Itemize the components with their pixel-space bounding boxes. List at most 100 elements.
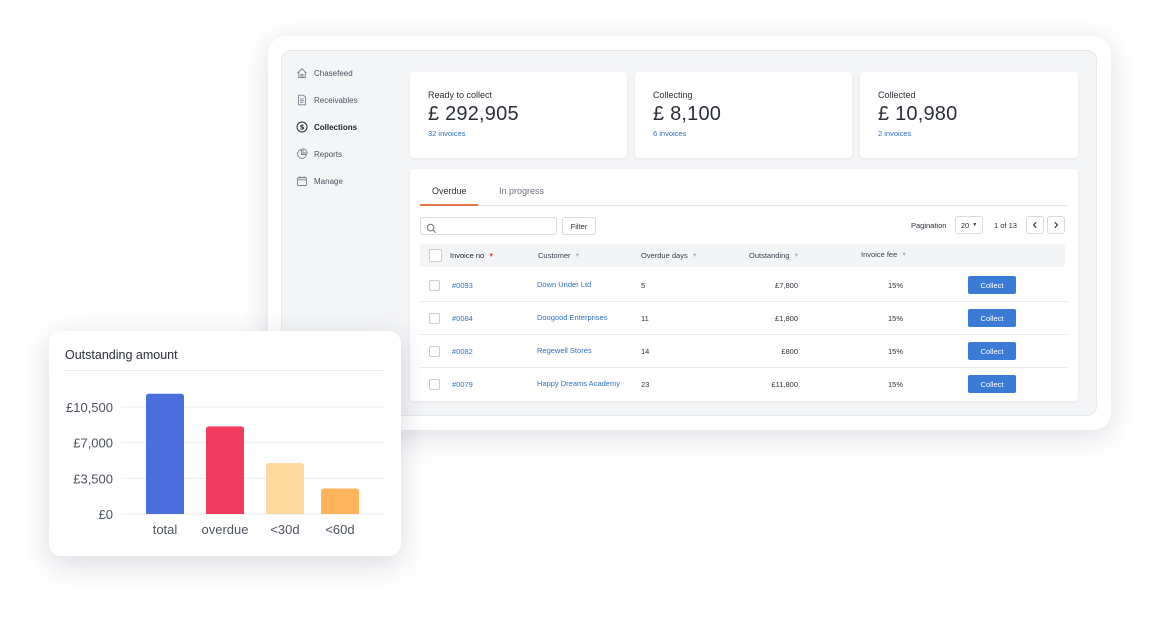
stat-amount: £ 10,980 <box>878 103 958 125</box>
tab-in-progress[interactable]: In progress <box>499 186 544 196</box>
sort-desc-icon: ▼ <box>488 252 495 259</box>
table-row: #0093 Down Under Ltd 5 £7,800 15% Collec… <box>420 269 1068 302</box>
y-tick-label: £3,500 <box>73 471 113 486</box>
column-header-invoice-no[interactable]: Invoice no ▼ <box>450 251 494 260</box>
sidebar-item-receivables[interactable]: Receivables <box>296 91 358 109</box>
row-checkbox[interactable] <box>429 346 440 357</box>
x-tick-label: overdue <box>202 522 249 537</box>
outstanding-amount-chart-card: Outstanding amount £0 £3,500 £7,000 £10,500… <box>49 331 401 556</box>
column-header-label: Outstanding <box>749 251 790 260</box>
table-header: Invoice no ▼ Customer ▼ Overdue days ▼ O… <box>420 244 1065 267</box>
stat-label: Collected <box>878 90 916 100</box>
outstanding-amount: £7,800 <box>775 281 798 290</box>
x-tick-label: total <box>153 522 178 537</box>
bar-60d <box>321 488 359 514</box>
sidebar-item-label: Manage <box>314 176 343 186</box>
outstanding-amount: £800 <box>781 347 798 356</box>
y-tick-label: £0 <box>99 507 113 522</box>
table-row: #0082 Regewell Stores 14 £800 15% Collec… <box>420 335 1068 368</box>
collect-button[interactable]: Collect <box>968 342 1016 360</box>
overdue-days: 14 <box>641 347 650 356</box>
outstanding-amount: £1,800 <box>775 314 798 323</box>
x-tick-label: <60d <box>325 522 354 537</box>
invoices-panel: Overdue In progress Filter Pagination 20… <box>410 169 1078 401</box>
column-header-outstanding[interactable]: Outstanding ▼ <box>749 251 799 260</box>
invoice-number-link[interactable]: #0084 <box>452 314 473 323</box>
stat-amount: £ 8,100 <box>653 103 722 125</box>
stat-invoice-count-link[interactable]: 2 invoices <box>878 129 1060 138</box>
customer-link[interactable]: Regewell Stores <box>537 346 592 355</box>
sidebar-item-manage[interactable]: Manage <box>296 172 343 190</box>
collect-button[interactable]: Collect <box>968 276 1016 294</box>
column-header-invoice-fee[interactable]: Invoice fee ▼ <box>861 250 907 259</box>
bar-overdue <box>206 426 244 514</box>
bar-total <box>146 393 184 514</box>
chevron-right-icon <box>1054 221 1059 229</box>
sort-icon: ▼ <box>691 252 698 259</box>
page-info: 1 of 13 <box>994 221 1017 230</box>
bar-chart: £0 £3,500 £7,000 £10,500 total overdue <30d <60… <box>66 393 385 537</box>
row-checkbox[interactable] <box>429 280 440 291</box>
pie-chart-icon <box>296 148 308 160</box>
select-all-checkbox[interactable] <box>429 249 442 262</box>
pagination-label: Pagination <box>911 221 947 230</box>
column-header-label: Customer <box>538 251 571 260</box>
stat-amount: £ 292,905 <box>428 103 519 125</box>
collect-button[interactable]: Collect <box>968 375 1016 393</box>
y-tick-label: £7,000 <box>73 436 113 451</box>
stat-card-collecting: Collecting £ 8,100 6 invoices <box>635 72 852 158</box>
invoice-number-link[interactable]: #0079 <box>452 380 473 389</box>
sidebar-item-label: Receivables <box>314 95 358 105</box>
stat-invoice-count-link[interactable]: 32 invoices <box>428 129 609 138</box>
active-tab-indicator <box>420 204 478 206</box>
invoice-number-link[interactable]: #0082 <box>452 347 473 356</box>
stat-invoice-count-link[interactable]: 6 invoices <box>653 129 834 138</box>
filter-button[interactable]: Filter <box>562 217 596 235</box>
customer-link[interactable]: Down Under Ltd <box>537 280 591 289</box>
invoice-number-link[interactable]: #0093 <box>452 281 473 290</box>
app-screen: Chasefeed Receivables $ Collections Repo… <box>281 50 1097 416</box>
overdue-days: 11 <box>641 314 649 323</box>
bar-30d <box>266 463 304 514</box>
column-header-label: Overdue days <box>641 251 688 260</box>
sort-icon: ▼ <box>574 252 581 259</box>
page-size-value: 20 <box>960 220 970 230</box>
customer-link[interactable]: Doogood Enterprises <box>537 313 607 322</box>
caret-down-icon: ▼ <box>972 222 978 228</box>
invoice-fee: 15% <box>888 281 904 290</box>
svg-text:$: $ <box>300 123 305 131</box>
search-icon <box>426 221 437 234</box>
column-header-customer[interactable]: Customer ▼ <box>538 251 580 260</box>
page-size-select[interactable]: 20 ▼ <box>955 216 983 234</box>
sort-icon: ▼ <box>901 251 908 258</box>
sidebar-item-chasefeed[interactable]: Chasefeed <box>296 64 353 82</box>
prev-page-button[interactable] <box>1026 216 1044 234</box>
column-header-overdue-days[interactable]: Overdue days ▼ <box>641 251 698 260</box>
tab-bar: Overdue In progress <box>420 179 1068 206</box>
column-header-label: Invoice no <box>450 251 485 260</box>
tab-overdue[interactable]: Overdue <box>432 186 467 196</box>
stat-label: Ready to collect <box>428 90 493 100</box>
sidebar-item-label: Collections <box>314 122 358 132</box>
sidebar-item-label: Chasefeed <box>314 68 353 78</box>
column-header-label: Invoice fee <box>861 250 898 259</box>
next-page-button[interactable] <box>1047 216 1065 234</box>
invoice-fee: 15% <box>888 347 904 356</box>
document-icon <box>296 94 308 106</box>
sidebar-item-reports[interactable]: Reports <box>296 145 342 163</box>
overdue-days: 23 <box>641 380 650 389</box>
table-row: #0084 Doogood Enterprises 11 £1,800 15% … <box>420 302 1068 335</box>
sidebar-item-collections[interactable]: $ Collections <box>296 118 357 136</box>
stat-card-collected: Collected £ 10,980 2 invoices <box>860 72 1078 158</box>
y-tick-label: £10,500 <box>66 400 113 415</box>
sort-icon: ▼ <box>793 252 800 259</box>
chevron-left-icon <box>1032 221 1037 229</box>
customer-link[interactable]: Happy Dreams Academy <box>537 379 620 388</box>
search-input[interactable] <box>420 217 557 235</box>
outstanding-amount: £11,800 <box>771 380 798 389</box>
collect-button[interactable]: Collect <box>968 309 1016 327</box>
row-checkbox[interactable] <box>429 313 440 324</box>
row-checkbox[interactable] <box>429 379 440 390</box>
invoice-fee: 15% <box>888 380 904 389</box>
home-icon <box>296 67 308 79</box>
